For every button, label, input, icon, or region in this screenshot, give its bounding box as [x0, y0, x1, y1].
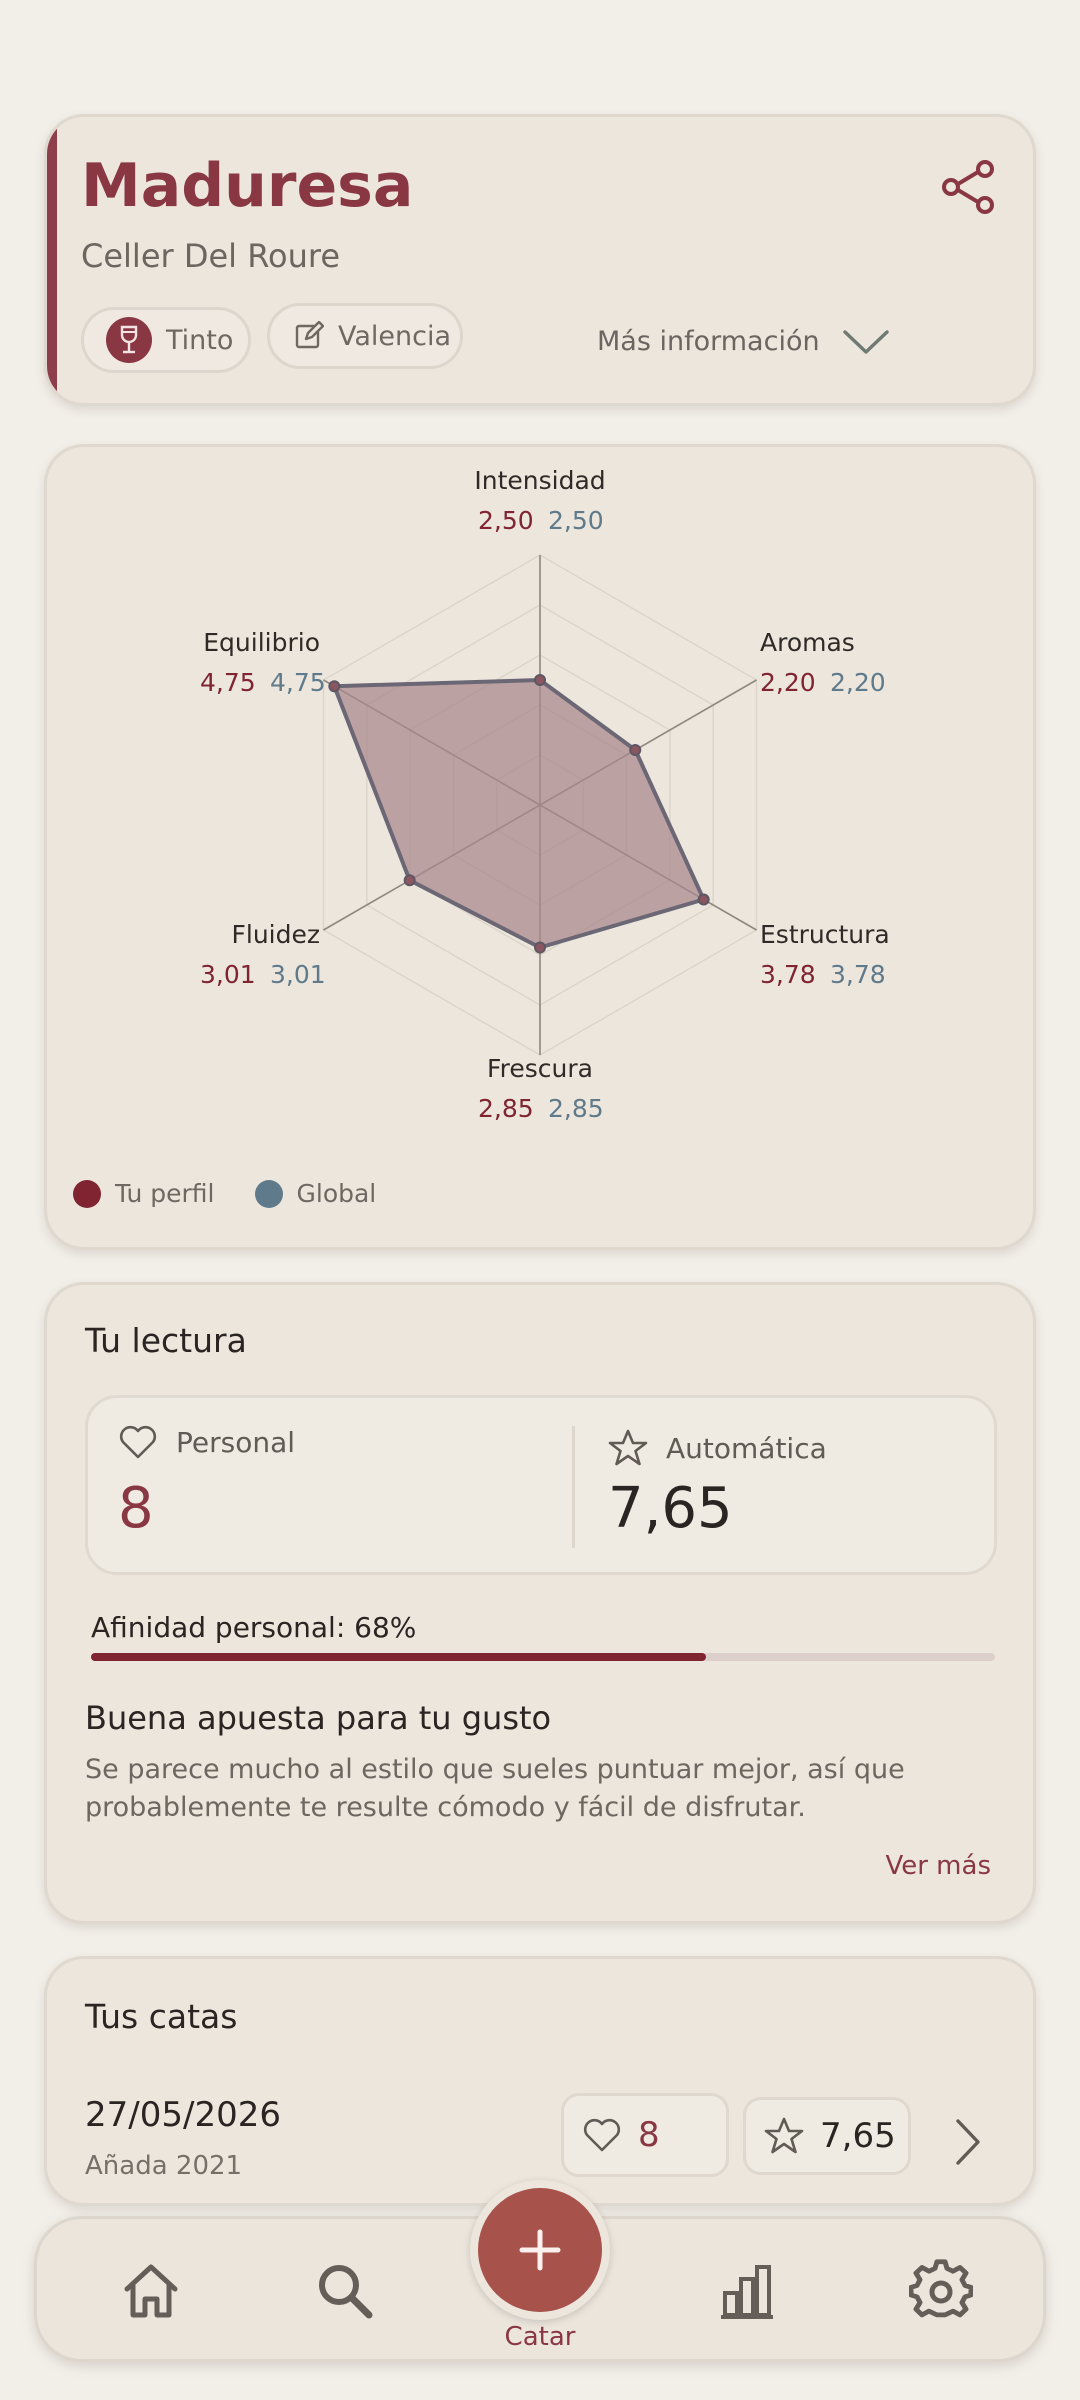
radar-value-labels: 3,78 3,78 — [760, 960, 886, 989]
tasting-personal-chip: 8 — [561, 2093, 729, 2177]
star-icon — [608, 1429, 648, 1466]
search-icon[interactable] — [313, 2259, 377, 2323]
radar-value-global: 3,01 — [270, 960, 326, 989]
taste-profile-card: Intensidad 2,50 2,50 Aromas 2,20 2,20 Estructu… — [44, 444, 1036, 1250]
radar-data-point — [534, 941, 546, 954]
stats-icon[interactable] — [715, 2259, 779, 2323]
accent-bar — [47, 117, 57, 403]
radar-value-labels: 2,20 2,20 — [760, 668, 886, 697]
tasting-date: 27/05/2026 — [85, 2095, 281, 2135]
wine-header-card: Maduresa Celler Del Roure Tinto Valencia… — [44, 114, 1036, 406]
radar-data-point — [403, 874, 416, 887]
region-chip[interactable]: Valencia — [267, 303, 463, 369]
advice-title: Buena apuesta para tu gusto — [85, 1699, 552, 1737]
radar-data-point — [629, 744, 642, 756]
radar-data-point — [697, 893, 710, 906]
advice-text: Se parece mucho al estilo que sueles pun… — [85, 1754, 905, 1823]
radar-value-global: 3,78 — [830, 960, 886, 989]
share-button[interactable] — [939, 157, 999, 217]
radar-value-labels: 4,75 4,75 — [200, 668, 326, 697]
score-box: Personal 8 Automática 7,65 — [85, 1395, 997, 1575]
reading-title: Tu lectura — [85, 1321, 247, 1360]
score-divider — [572, 1426, 575, 1548]
tastings-title: Tus catas — [85, 1997, 238, 2036]
radar-value-global: 2,50 — [548, 506, 604, 535]
radar-data-point — [534, 674, 546, 686]
radar-value-personal: 3,78 — [760, 960, 816, 989]
add-icon — [519, 2229, 561, 2271]
legend-global: Global — [254, 1179, 377, 1208]
radar-axis-label: Frescura — [487, 1054, 593, 1083]
auto-score-label-row: Automática — [608, 1428, 827, 1468]
legend-personal-dot — [73, 1179, 101, 1208]
chart-legend: Tu perfil Global — [73, 1179, 416, 1208]
radar-axis-label: Estructura — [760, 920, 890, 949]
radar-axis-label: Aromas — [760, 628, 855, 657]
winery-name: Celler Del Roure — [81, 237, 341, 275]
more-info-button[interactable]: Más información — [597, 313, 890, 369]
personal-score-value: 8 — [118, 1476, 154, 1541]
auto-score-label: Automática — [666, 1431, 827, 1465]
reading-card: Tu lectura Personal 8 Automática 7,65 Af… — [44, 1282, 1036, 1924]
radar-value-global: 2,85 — [548, 1094, 604, 1123]
radar-value-labels: 3,01 3,01 — [200, 960, 326, 989]
radar-chart: Intensidad 2,50 2,50 Aromas 2,20 2,20 Estructu… — [200, 466, 890, 1123]
legend-global-dot — [254, 1179, 283, 1208]
radar-value-labels: 2,50 2,50 — [478, 506, 604, 535]
radar-data-point — [328, 680, 341, 693]
star-icon — [764, 2117, 804, 2154]
radar-value-global: 2,20 — [830, 668, 886, 697]
see-more-link[interactable]: Ver más — [885, 1851, 991, 1881]
chevron-down-icon — [842, 330, 889, 354]
radar-value-personal: 4,75 — [200, 668, 256, 697]
chevron-right-icon — [956, 2119, 980, 2165]
add-tasting-button[interactable] — [478, 2188, 602, 2312]
wine-type-label: Tinto — [166, 324, 234, 356]
affinity-progress-fill — [91, 1653, 706, 1661]
radar-axis-label: Equilibrio — [203, 628, 320, 657]
tasting-auto-value: 7,65 — [820, 2116, 896, 2156]
settings-icon[interactable] — [909, 2259, 973, 2323]
tasting-vintage: Añada 2021 — [85, 2151, 243, 2181]
tasting-personal-value: 8 — [638, 2115, 660, 2155]
radar-value-labels: 2,85 2,85 — [478, 1094, 604, 1123]
heart-icon — [583, 2118, 621, 2152]
personal-score-label: Personal — [176, 1425, 296, 1459]
heart-icon — [119, 1425, 157, 1459]
share-icon — [942, 160, 994, 214]
wine-type-chip[interactable]: Tinto — [81, 307, 251, 373]
legend-personal-label: Tu perfil — [115, 1179, 215, 1208]
fab-label: Catar — [504, 2322, 576, 2352]
more-info-label: Más información — [597, 325, 820, 357]
legend-global-label: Global — [296, 1179, 377, 1208]
radar-series-area — [332, 678, 706, 950]
legend-personal: Tu perfil — [73, 1179, 215, 1208]
wine-name: Maduresa — [81, 151, 414, 221]
personal-score-label-row: Personal — [118, 1424, 295, 1460]
tasting-auto-chip: 7,65 — [743, 2097, 911, 2175]
home-icon[interactable] — [119, 2259, 183, 2323]
wine-glass-icon — [106, 317, 152, 363]
region-label: Valencia — [338, 320, 452, 352]
affinity-progress-bar — [91, 1653, 995, 1661]
edit-icon — [295, 321, 324, 349]
radar-value-personal: 2,50 — [478, 506, 534, 535]
affinity-label: Afinidad personal: 68% — [91, 1611, 417, 1644]
radar-value-personal: 3,01 — [200, 960, 256, 989]
radar-value-personal: 2,85 — [478, 1094, 534, 1123]
tastings-card: Tus catas 27/05/2026 Añada 2021 8 7,65 — [44, 1956, 1036, 2206]
radar-value-personal: 2,20 — [760, 668, 816, 697]
radar-axis-label: Intensidad — [474, 466, 605, 495]
radar-axis-label: Fluidez — [232, 920, 321, 949]
radar-value-global: 4,75 — [270, 668, 326, 697]
auto-score-value: 7,65 — [608, 1476, 733, 1541]
